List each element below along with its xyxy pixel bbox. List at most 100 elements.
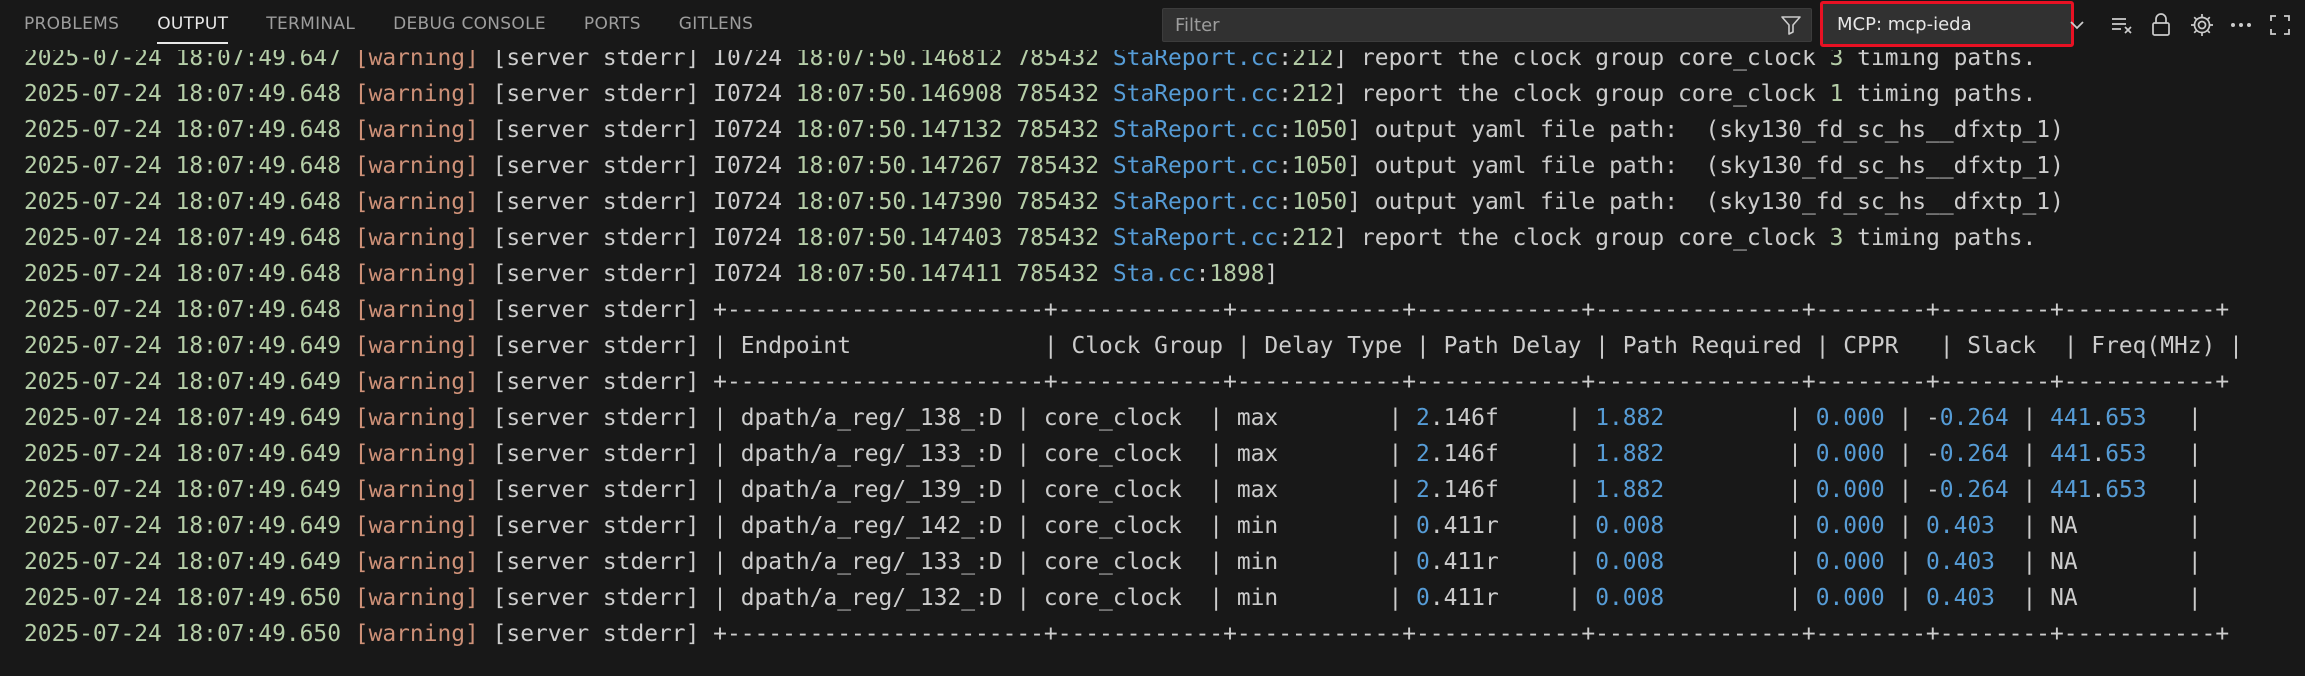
- log-line: 2025-07-24 18:07:49.650 [warning] [serve…: [24, 580, 2305, 616]
- log-text: .411r |: [1429, 513, 1596, 539]
- log-text: | dpath/a_reg/_142_:D | core_clock | min…: [713, 513, 1417, 539]
- log-text: 653: [2105, 441, 2147, 467]
- log-line: 2025-07-24 18:07:49.648 [warning] [serve…: [24, 184, 2305, 220]
- log-timestamp: 2025-07-24 18:07:49.648: [24, 153, 341, 179]
- log-text: 0.008: [1595, 549, 1665, 575]
- maximize-icon[interactable]: [2265, 10, 2295, 40]
- log-text: timing paths.: [1843, 81, 2037, 107]
- log-level: [warning]: [354, 189, 479, 215]
- log-timestamp: 2025-07-24 18:07:49.649: [24, 333, 341, 359]
- log-text: I0724: [713, 225, 796, 251]
- log-level: [warning]: [354, 477, 479, 503]
- lock-icon[interactable]: [2146, 10, 2176, 40]
- log-text: :: [1278, 81, 1293, 107]
- log-source: [server stderr]: [492, 621, 700, 647]
- log-text: |: [1664, 477, 1816, 503]
- source-file-link[interactable]: StaReport.cc: [1113, 153, 1278, 179]
- log-text: 1: [1829, 81, 1844, 107]
- log-source: [server stderr]: [492, 513, 700, 539]
- log-text: 1898: [1209, 261, 1265, 287]
- tab-output[interactable]: OUTPUT: [157, 0, 229, 50]
- log-level: [warning]: [354, 333, 479, 359]
- log-text: | NA |: [1994, 549, 2202, 575]
- log-text: timing paths.: [1843, 50, 2037, 71]
- log-text: | Endpoint | Clock Group | Delay Type | …: [713, 333, 2243, 359]
- log-text: 0.000: [1815, 405, 1885, 431]
- chevron-down-icon[interactable]: [2064, 12, 2090, 38]
- tab-ports[interactable]: PORTS: [584, 0, 641, 50]
- log-source: [server stderr]: [492, 189, 700, 215]
- log-level: [warning]: [354, 549, 479, 575]
- clear-output-icon[interactable]: [2107, 10, 2137, 40]
- log-text: 212: [1292, 225, 1334, 251]
- source-file-link[interactable]: Sta.cc: [1113, 261, 1196, 287]
- source-file-link[interactable]: StaReport.cc: [1113, 189, 1278, 215]
- log-text: |: [1884, 585, 1927, 611]
- log-text: 0.403: [1926, 549, 1995, 575]
- log-line: 2025-07-24 18:07:49.648 [warning] [serve…: [24, 256, 2305, 292]
- log-timestamp: 2025-07-24 18:07:49.648: [24, 297, 341, 323]
- log-text: 0.008: [1595, 513, 1665, 539]
- log-level: [warning]: [354, 50, 479, 71]
- log-text: 0.008: [1595, 585, 1665, 611]
- log-timestamp: 2025-07-24 18:07:49.648: [24, 81, 341, 107]
- tab-debug-console[interactable]: DEBUG CONSOLE: [393, 0, 546, 50]
- log-text: .146f |: [1429, 405, 1596, 431]
- log-text: :: [1278, 225, 1293, 251]
- log-level: [warning]: [354, 369, 479, 395]
- log-text: 441: [2050, 477, 2092, 503]
- log-text: | -: [1884, 477, 1940, 503]
- log-timestamp: 2025-07-24 18:07:49.647: [24, 50, 341, 71]
- log-text: 18:07:50.146908: [795, 81, 1003, 107]
- log-text: |: [2008, 405, 2051, 431]
- filter-input[interactable]: [1163, 14, 1771, 36]
- log-source: [server stderr]: [492, 405, 700, 431]
- log-text: |: [2146, 441, 2202, 467]
- output-log[interactable]: 2025-07-24 18:07:49.647 [warning] [serve…: [0, 50, 2305, 676]
- tab-gitlens[interactable]: GITLENS: [679, 0, 753, 50]
- log-text: 0.264: [1939, 477, 2009, 503]
- log-text: .: [2091, 441, 2106, 467]
- log-text: 785432: [1016, 50, 1100, 71]
- source-file-link[interactable]: StaReport.cc: [1113, 50, 1278, 71]
- log-text: | -: [1884, 405, 1940, 431]
- log-text: 0.000: [1815, 477, 1885, 503]
- log-text: 18:07:50.146812: [795, 50, 1003, 71]
- log-text: 785432: [1016, 153, 1100, 179]
- log-line: 2025-07-24 18:07:49.648 [warning] [serve…: [24, 292, 2305, 328]
- log-text: | dpath/a_reg/_132_:D | core_clock | min…: [713, 585, 1417, 611]
- log-text: 0: [1416, 549, 1430, 575]
- log-line: 2025-07-24 18:07:49.648 [warning] [serve…: [24, 76, 2305, 112]
- log-text: 18:07:50.147267: [795, 153, 1003, 179]
- log-line: 2025-07-24 18:07:49.649 [warning] [serve…: [24, 436, 2305, 472]
- log-level: [warning]: [354, 225, 479, 251]
- output-channel-select[interactable]: MCP: mcp-ieda: [1820, 1, 2074, 47]
- log-text: 0.000: [1815, 585, 1885, 611]
- source-file-link[interactable]: StaReport.cc: [1113, 81, 1278, 107]
- log-text: | dpath/a_reg/_133_:D | core_clock | max…: [713, 441, 1417, 467]
- log-line: 2025-07-24 18:07:49.647 [warning] [serve…: [24, 50, 2305, 76]
- log-timestamp: 2025-07-24 18:07:49.648: [24, 261, 341, 287]
- log-text: I0724: [713, 261, 796, 287]
- log-text: .411r |: [1429, 585, 1596, 611]
- log-level: [warning]: [354, 621, 479, 647]
- log-source: [server stderr]: [492, 297, 700, 323]
- log-text: .: [2091, 405, 2106, 431]
- source-file-link[interactable]: StaReport.cc: [1113, 225, 1278, 251]
- tab-problems[interactable]: PROBLEMS: [24, 0, 119, 50]
- log-source: [server stderr]: [492, 369, 700, 395]
- log-level: [warning]: [354, 585, 479, 611]
- log-source: [server stderr]: [492, 153, 700, 179]
- source-file-link[interactable]: StaReport.cc: [1113, 117, 1278, 143]
- log-line: 2025-07-24 18:07:49.650 [warning] [serve…: [24, 616, 2305, 652]
- filter-icon[interactable]: [1771, 8, 1811, 42]
- log-text: I0724: [713, 189, 796, 215]
- filter-box[interactable]: [1162, 8, 1812, 42]
- log-text: | dpath/a_reg/_133_:D | core_clock | min…: [713, 549, 1417, 575]
- gear-icon[interactable]: [2187, 10, 2217, 40]
- more-icon[interactable]: [2226, 10, 2256, 40]
- tab-terminal[interactable]: TERMINAL: [266, 0, 355, 50]
